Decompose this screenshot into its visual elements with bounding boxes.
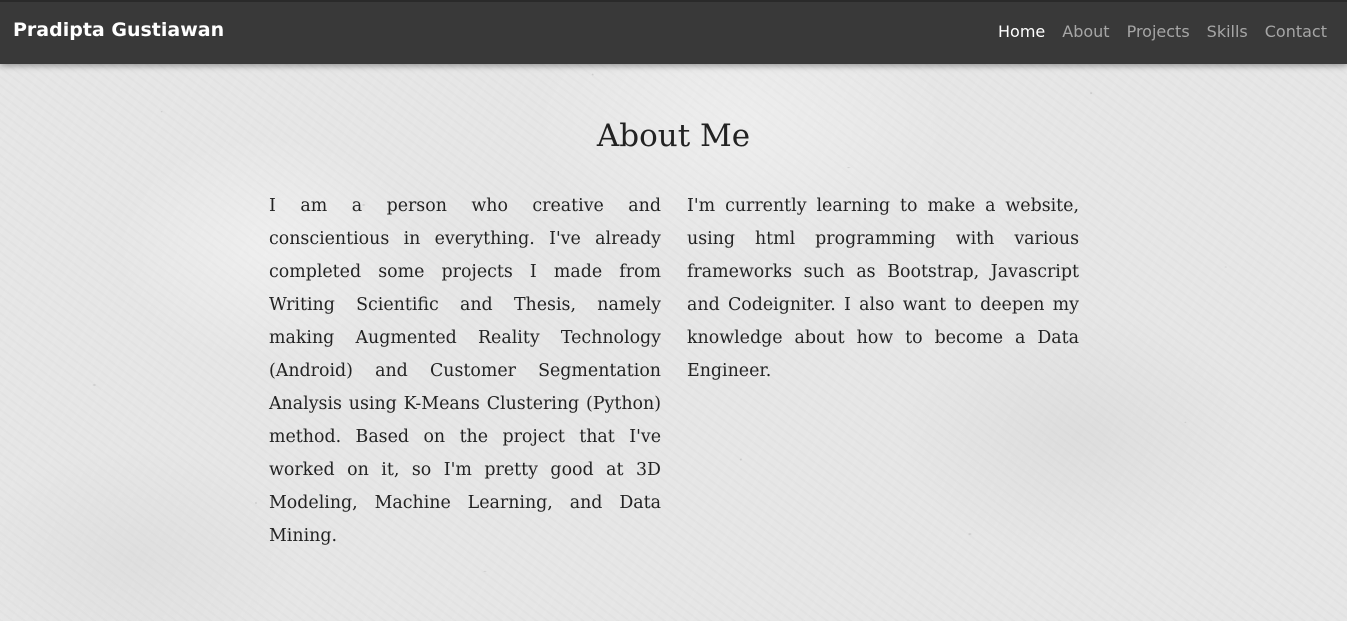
nav-link-home[interactable]: Home bbox=[998, 22, 1045, 41]
navbar: Pradipta Gustiawan Home About Projects S… bbox=[0, 0, 1347, 64]
nav-link-projects[interactable]: Projects bbox=[1127, 22, 1190, 41]
nav-link-about[interactable]: About bbox=[1062, 22, 1109, 41]
brand-link[interactable]: Pradipta Gustiawan bbox=[13, 19, 224, 41]
nav-links: Home About Projects Skills Contact bbox=[998, 22, 1327, 41]
nav-link-skills[interactable]: Skills bbox=[1207, 22, 1248, 41]
about-paragraph-left: I am a person who creative and conscient… bbox=[269, 196, 661, 546]
about-title: About Me bbox=[596, 118, 751, 154]
nav-link-contact[interactable]: Contact bbox=[1265, 22, 1327, 41]
about-paragraph-right: I'm currently learning to make a website… bbox=[687, 196, 1079, 381]
